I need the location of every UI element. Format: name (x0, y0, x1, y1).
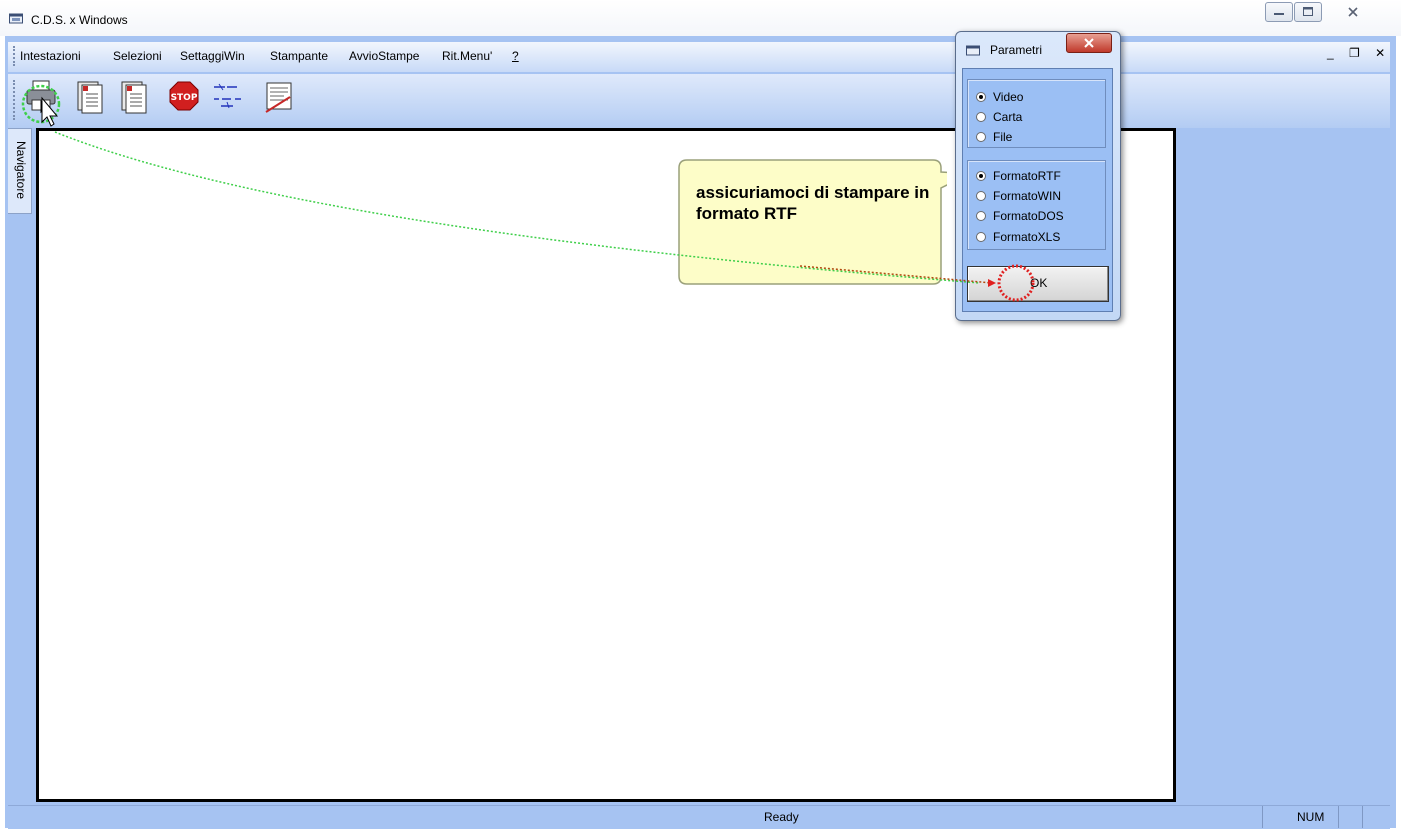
menu-settaggiwin[interactable]: SettaggiWin (180, 49, 245, 63)
mdi-window-controls[interactable]: _ ❐ ✕ (1327, 46, 1391, 60)
menu-ritmenu[interactable]: Rit.Menu' (442, 49, 492, 63)
menu-avviostampe[interactable]: AvvioStampe (349, 49, 419, 63)
radio-formato-win[interactable] (976, 191, 986, 201)
radio-video[interactable] (976, 92, 986, 102)
printer-window-icon (9, 13, 23, 24)
close-icon (1084, 38, 1094, 48)
radio-carta[interactable] (976, 112, 986, 122)
title-bar (0, 0, 1401, 36)
maximize-icon (1303, 7, 1313, 16)
close-button[interactable] (1323, 2, 1385, 22)
radio-file-label[interactable]: File (993, 130, 1012, 144)
radio-formato-dos-label[interactable]: FormatoDOS (993, 209, 1064, 223)
menu-selezioni[interactable]: Selezioni (113, 49, 162, 63)
menubar-grip[interactable] (13, 46, 17, 66)
minimize-icon (1274, 13, 1284, 15)
status-separator (1338, 806, 1339, 828)
close-icon (1348, 7, 1358, 17)
status-ready: Ready (764, 810, 799, 824)
dialog-title: Parametri (990, 43, 1043, 57)
status-num: NUM (1297, 810, 1325, 824)
radio-formato-xls-label[interactable]: FormatoXLS (993, 230, 1060, 244)
printer-icon[interactable] (24, 79, 58, 115)
script-icon[interactable] (262, 79, 296, 115)
minimize-button[interactable] (1265, 2, 1293, 22)
status-separator (1362, 806, 1363, 828)
radio-carta-label[interactable]: Carta (993, 110, 1022, 124)
status-bar (8, 805, 1390, 829)
menu-intestazioni[interactable]: Intestazioni (20, 49, 81, 63)
dialog-close-button[interactable] (1066, 33, 1112, 53)
document-2-icon[interactable] (117, 79, 151, 115)
window-title: C.D.S. x Windows (31, 13, 128, 27)
radio-video-label[interactable]: Video (993, 90, 1023, 104)
navigator-label: Navigatore (14, 140, 28, 200)
output-group (967, 79, 1106, 148)
stop-icon[interactable]: STOP (167, 79, 201, 115)
radio-formato-win-label[interactable]: FormatoWIN (993, 189, 1061, 203)
stop-icon-label: STOP (171, 93, 198, 103)
dialog-window-icon (966, 45, 980, 56)
maximize-button[interactable] (1294, 2, 1322, 22)
ok-button-label[interactable]: OK (1030, 276, 1047, 290)
status-separator (1262, 806, 1263, 828)
menu-stampante[interactable]: Stampante (270, 49, 328, 63)
radio-formato-xls[interactable] (976, 232, 986, 242)
navigator-tab[interactable]: Navigatore (8, 128, 32, 214)
radio-formato-rtf[interactable] (976, 171, 986, 181)
callout-text: assicuriamoci di stampare in formato RTF (696, 183, 930, 223)
radio-formato-rtf-label[interactable]: FormatoRTF (993, 169, 1061, 183)
document-1-icon[interactable] (73, 79, 107, 115)
formula-icon[interactable] (211, 79, 245, 115)
radio-file[interactable] (976, 132, 986, 142)
menu-help[interactable]: ? (512, 49, 519, 63)
radio-formato-dos[interactable] (976, 211, 986, 221)
toolbar-grip[interactable] (13, 80, 17, 120)
